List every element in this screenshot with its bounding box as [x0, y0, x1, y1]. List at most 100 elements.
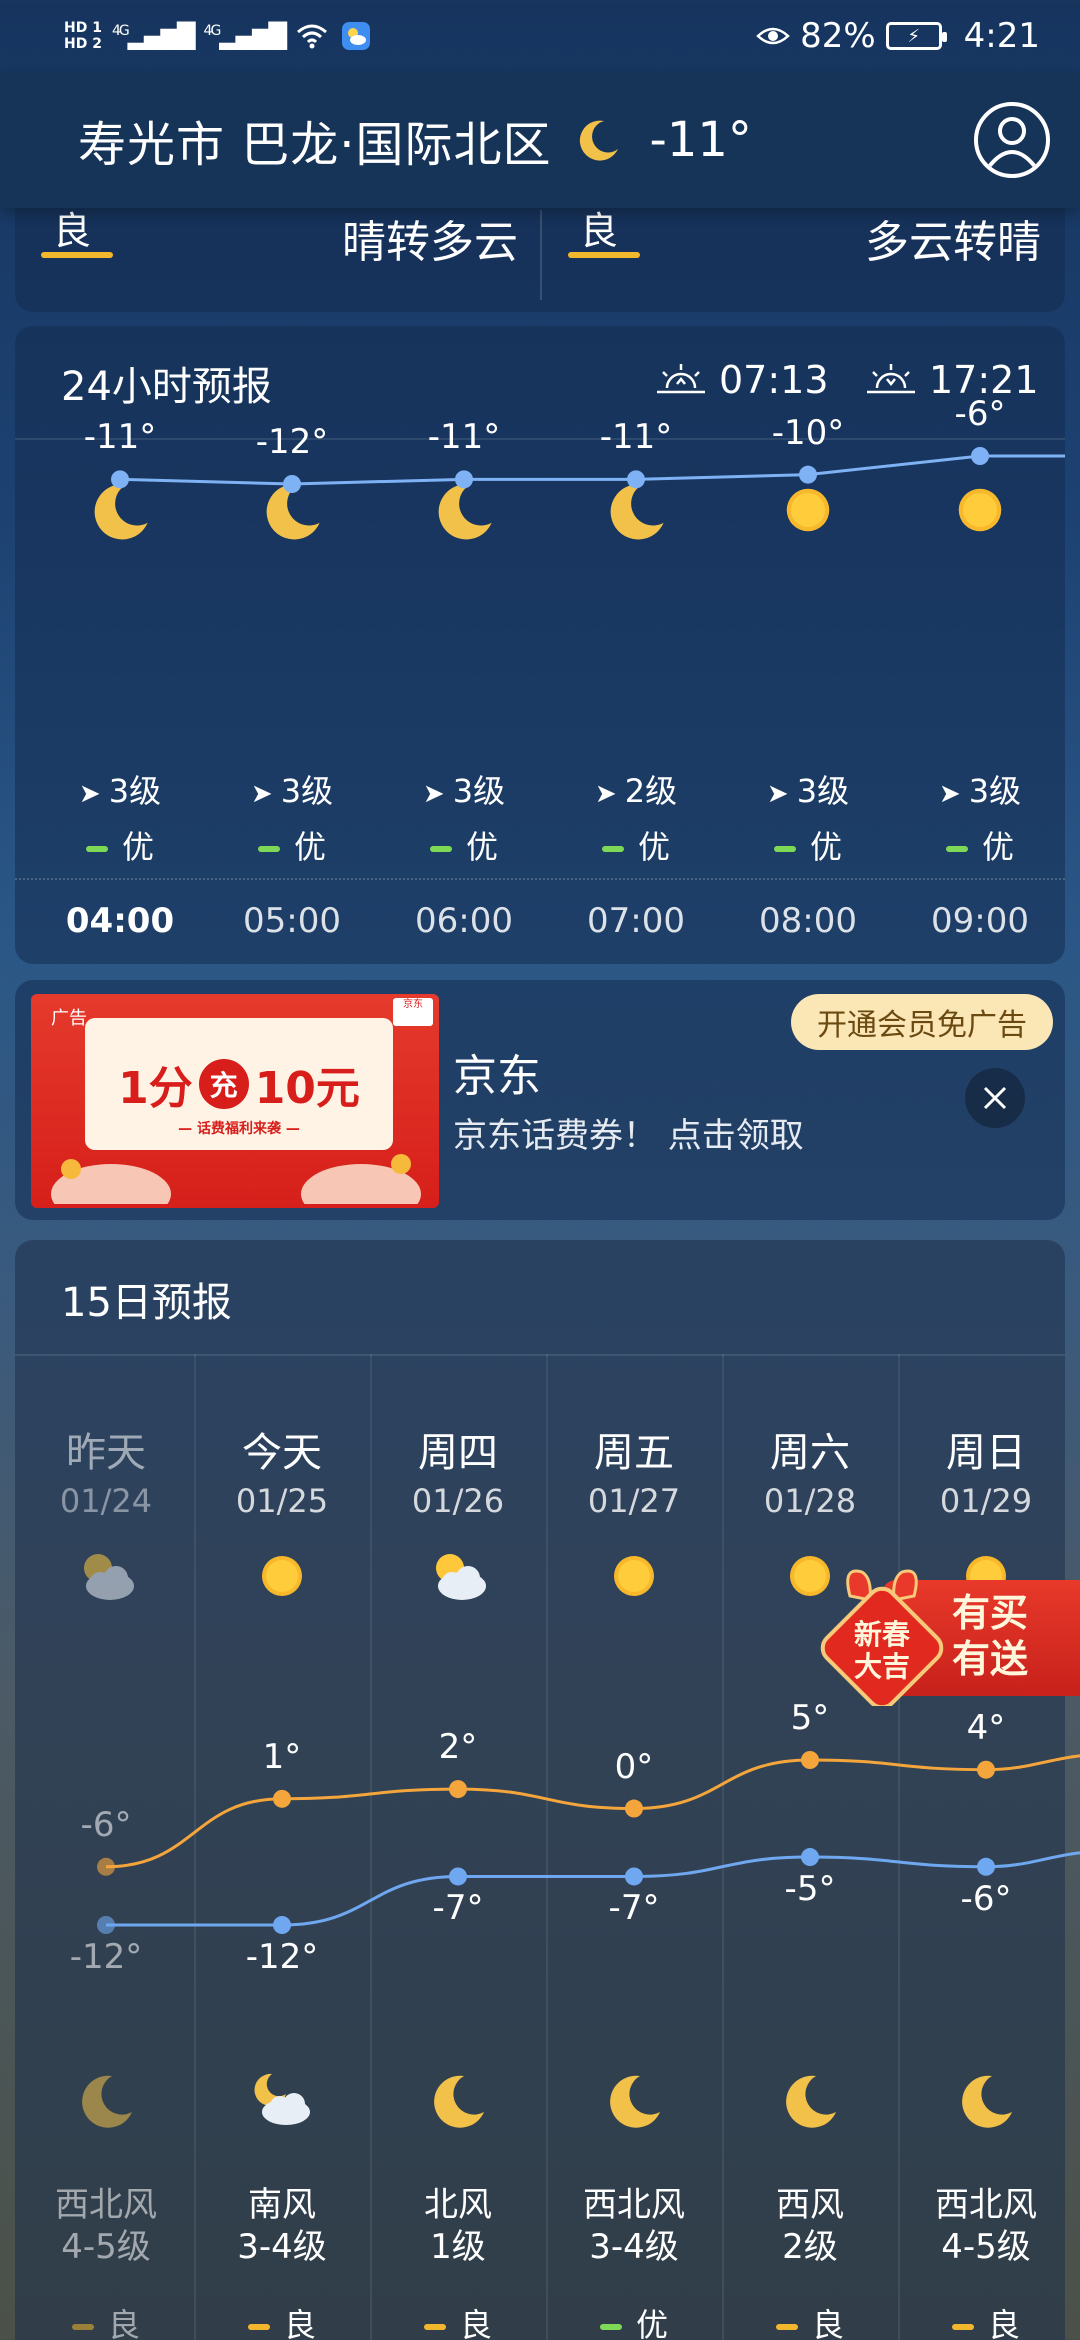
daily-high: -6° [80, 1804, 132, 1845]
promo-badge-icon: 新春 大吉 [820, 1569, 944, 1706]
close-ad-button[interactable] [965, 1068, 1025, 1128]
dotted-divider [15, 878, 1065, 880]
close-icon [983, 1086, 1007, 1110]
hourly-title: 24小时预报 [61, 364, 272, 410]
daily-night-icon [250, 2068, 314, 2132]
hourly-item[interactable] [550, 476, 722, 544]
aqi-label: 优 [637, 828, 670, 866]
user-avatar-button[interactable] [974, 102, 1050, 178]
current-temp: -11° [649, 112, 752, 168]
ad-image[interactable]: 广告 京东 1分 充 10元 — 话费福利来袭 — [31, 994, 439, 1208]
daily-aqi: 良 [370, 2300, 546, 2340]
hourly-item[interactable] [34, 476, 206, 544]
daily-low: -7° [432, 1888, 484, 1929]
tomorrow-summary[interactable]: 良 多云转晴 [542, 190, 1067, 312]
battery-icon: ⚡ [885, 22, 947, 50]
hourly-wind: ➤ 3级 [34, 766, 206, 812]
hourly-time: 09:00 [931, 901, 1029, 941]
daily-day: 今天 [242, 1430, 322, 1476]
aqi-label: 良 [283, 2306, 316, 2340]
hourly-temp: -11° [599, 417, 673, 458]
aqi-label: 优 [293, 828, 326, 866]
ad-brand[interactable]: 京东 [453, 1040, 541, 1104]
daily-date: 01/28 [763, 1482, 857, 1520]
hourly-temp-dot [971, 447, 989, 465]
gift-hands-icon [51, 1154, 421, 1204]
daily-wind: 西北风 4-5级 [18, 2184, 194, 2268]
daily-low: -5° [784, 1869, 836, 1910]
hourly-time: 07:00 [587, 901, 685, 941]
wind-direction: 西北风 [935, 2185, 1037, 2225]
daily-day: 周六 [770, 1430, 850, 1476]
hourly-wind: ➤ 3级 [206, 766, 378, 812]
hourly-wind: ➤ 2级 [550, 766, 722, 812]
daily-date: 01/24 [59, 1482, 153, 1520]
wind-arrow-icon: ➤ [766, 779, 789, 809]
wind-arrow-icon: ➤ [250, 779, 273, 809]
sunrise-time: 07:13 [655, 358, 829, 402]
hd1-label: HD 1 [64, 20, 102, 36]
moon-icon [962, 2075, 1012, 2128]
daily-day-icon [426, 1544, 490, 1608]
net1-label: 4G [111, 23, 130, 39]
daily-wind: 西风 2级 [722, 2184, 898, 2268]
wind-level: 3-4级 [237, 2227, 327, 2267]
hourly-item[interactable] [378, 476, 550, 544]
wind-arrow-icon: ➤ [594, 779, 617, 809]
hourly-forecast-card[interactable]: 24小时预报 07:13 17:21 -11° ➤ 3级优 04:00 -12° ➤ 3级优… [15, 326, 1065, 964]
ad-description[interactable]: 京东话费券！ 点击领取 [453, 1108, 804, 1157]
aqi-bar [247, 2324, 270, 2330]
hd2-label: HD 2 [64, 36, 102, 52]
daily-aqi: 良 [722, 2300, 898, 2340]
wind-arrow-icon: ➤ [78, 779, 101, 809]
wind-level: 3级 [452, 772, 506, 810]
coupon-ticket: 1分 充 10元 — 话费福利来袭 — [85, 1018, 393, 1150]
aqi-label: 优 [809, 828, 842, 866]
today-summary[interactable]: 良 晴转多云 [15, 190, 540, 312]
aqi-bar [71, 2324, 94, 2330]
location-title[interactable]: 寿光市 巴龙·国际北区 [78, 105, 552, 175]
wifi-icon [297, 24, 328, 49]
daily-aqi: 良 [898, 2300, 1074, 2340]
condition-label: 多云转晴 [865, 217, 1041, 268]
aqi-label: 优 [465, 828, 498, 866]
hourly-temp: -6° [954, 394, 1006, 434]
aqi-bar [257, 846, 280, 852]
aqi-bar [429, 846, 452, 852]
hourly-aqi: 优 [206, 822, 378, 868]
aqi-bar [951, 2324, 974, 2330]
daily-low: -7° [608, 1888, 660, 1929]
today-tomorrow-card[interactable]: 良 晴转多云 良 多云转晴 [15, 190, 1065, 312]
hourly-item[interactable] [722, 476, 894, 544]
signal-icon-2: 4G▂▄▆█ [203, 22, 288, 50]
daily-wind: 北风 1级 [370, 2184, 546, 2268]
daily-day: 周日 [946, 1430, 1026, 1476]
wind-level: 3级 [796, 772, 850, 810]
ad-banner[interactable]: 广告 京东 1分 充 10元 — 话费福利来袭 — 京东 京东话费券！ 点击领取… [15, 980, 1065, 1220]
daily-aqi: 良 [194, 2300, 370, 2340]
partly-cloudy-icon [436, 1554, 486, 1600]
hourly-time: 05:00 [243, 901, 341, 941]
hourly-item[interactable] [894, 476, 1066, 544]
wind-level: 1级 [430, 2227, 486, 2267]
battery-percent: 82% [800, 16, 876, 56]
wind-level: 2级 [782, 2227, 838, 2267]
aqi-bar [945, 846, 968, 852]
remove-ads-button[interactable]: 开通会员免广告 [791, 994, 1053, 1050]
sun-icon [614, 1556, 654, 1596]
promo-badge-line2: 大吉 [854, 1650, 910, 1683]
aqi-label: 良 [811, 2306, 844, 2340]
status-bar: HD 1 HD 2 4G▂▄▆█ 4G▂▄▆█ 82% ⚡ 4:21 [0, 0, 1080, 72]
sun-icon [262, 1556, 302, 1596]
hourly-temp: -10° [771, 412, 845, 453]
promo-float-button[interactable]: 有买 有送 新春 大吉 [812, 1544, 1080, 1714]
condition-label: 晴转多云 [342, 217, 518, 268]
hourly-temp: -11° [427, 417, 501, 458]
hourly-item[interactable] [206, 476, 378, 544]
hourly-aqi: 优 [894, 822, 1066, 868]
aqi-label: 良 [53, 209, 92, 253]
moon-icon [579, 120, 618, 161]
daily-day-icon [602, 1544, 666, 1608]
sunrise-label: 07:13 [719, 358, 829, 402]
daily-wind: 西北风 3-4级 [546, 2184, 722, 2268]
